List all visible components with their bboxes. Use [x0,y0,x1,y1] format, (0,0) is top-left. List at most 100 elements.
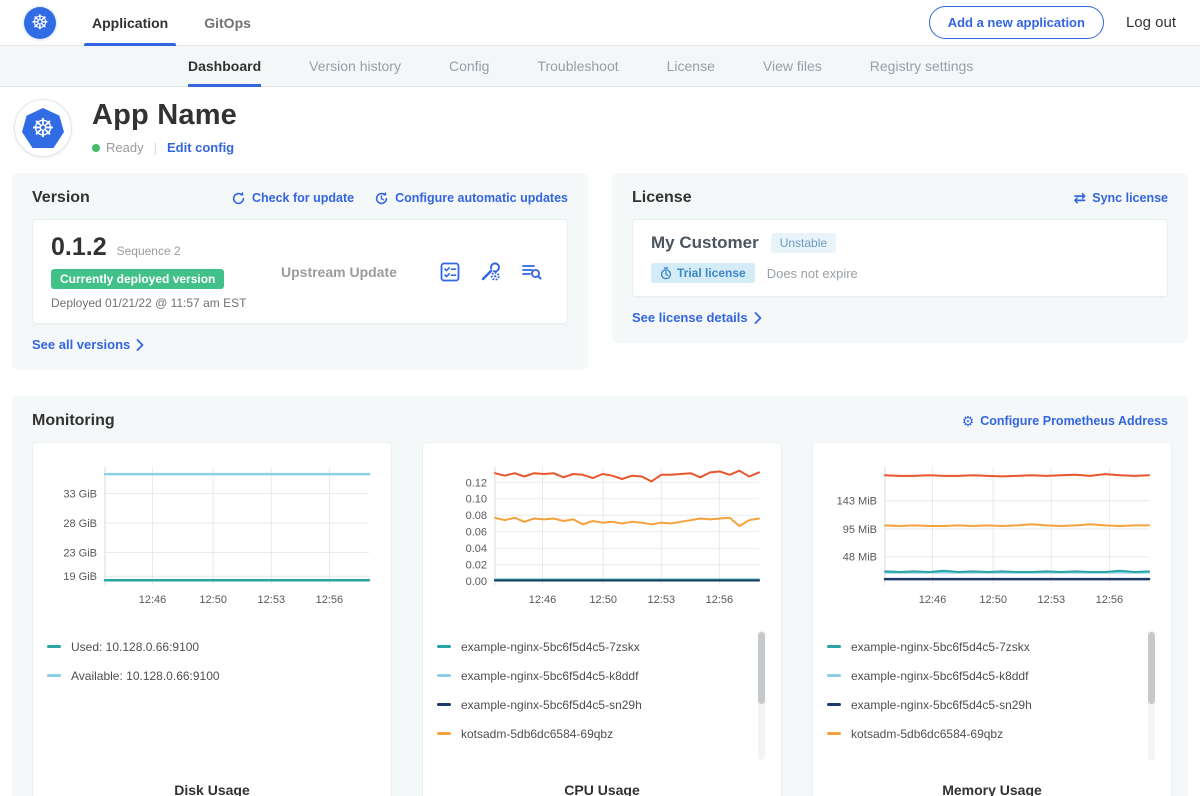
legend-color-dash [437,732,451,735]
tab-dashboard[interactable]: Dashboard [188,46,261,86]
tab-config[interactable]: Config [449,46,489,86]
memory-usage-chart-title: Memory Usage [827,776,1157,796]
tab-license[interactable]: License [667,46,715,86]
disk-usage-chart: 33 GiB28 GiB23 GiB19 GiB12:4612:5012:531… [47,457,377,616]
version-number: 0.1.2 [51,233,107,262]
svg-text:12:46: 12:46 [139,594,167,606]
kubernetes-logo-icon: ☸ [24,7,56,39]
svg-text:28 GiB: 28 GiB [63,518,97,530]
svg-text:0.06: 0.06 [466,527,487,539]
version-sequence: Sequence 2 [117,244,181,258]
svg-text:12:56: 12:56 [706,594,734,606]
preflight-checks-icon[interactable] [439,261,461,283]
legend-item: Used: 10.128.0.66:9100 [47,632,377,661]
svg-text:19 GiB: 19 GiB [63,571,97,583]
version-card: Version Check for update [12,173,588,370]
svg-text:33 GiB: 33 GiB [63,489,97,501]
legend-item: example-nginx-5bc6f5d4c5-7zskx [437,632,767,661]
channel-badge: Unstable [771,233,836,253]
legend-color-dash [437,645,451,648]
legend-scrollbar-thumb[interactable] [1148,632,1155,704]
license-card-title: License [632,189,692,207]
tab-registry-settings[interactable]: Registry settings [870,46,973,86]
dashboard-content: Version Check for update [0,171,1200,796]
svg-text:0.02: 0.02 [466,560,487,572]
svg-text:48 MiB: 48 MiB [843,552,877,564]
legend-item: example-nginx-5bc6f5d4c5-sn29h [437,690,767,719]
configure-automatic-updates-button[interactable]: Configure automatic updates [374,191,568,206]
app-header: ☸ App Name Ready | Edit config [0,87,1200,171]
top-nav: ☸ Application GitOps Add a new applicati… [0,0,1200,46]
edit-config-link[interactable]: Edit config [167,140,234,155]
configure-prometheus-button[interactable]: ⚙ Configure Prometheus Address [962,414,1168,428]
kubernetes-app-icon: ☸ [22,108,64,148]
legend-color-dash [47,645,61,648]
svg-text:0.08: 0.08 [466,510,487,522]
config-wrench-icon[interactable] [479,260,502,283]
chevron-right-icon [136,339,144,351]
tab-view-files[interactable]: View files [763,46,822,86]
sync-arrows-icon: ⇄ [1074,191,1087,206]
app-sub-nav: Dashboard Version history Config Trouble… [0,46,1200,87]
legend-scrollbar-thumb[interactable] [758,632,765,704]
cpu-usage-chart-title: CPU Usage [437,776,767,796]
svg-text:12:53: 12:53 [1038,594,1066,606]
legend-color-dash [437,674,451,677]
legend-color-dash [827,703,841,706]
svg-text:12:56: 12:56 [1096,594,1124,606]
deployed-timestamp: Deployed 01/21/22 @ 11:57 am EST [51,296,281,310]
refresh-icon [231,191,246,206]
schedule-update-icon [374,191,389,206]
legend-color-dash [47,674,61,677]
sync-license-button[interactable]: ⇄ Sync license [1074,191,1168,206]
legend-item: example-nginx-5bc6f5d4c5-sn29h [827,690,1157,719]
svg-text:12:50: 12:50 [979,594,1007,606]
legend-color-dash [827,674,841,677]
app-avatar: ☸ [14,99,72,157]
cpu-usage-chart: 0.120.100.080.060.040.020.0012:4612:5012… [437,457,767,616]
legend-item: example-nginx-5bc6f5d4c5-k8ddf [437,661,767,690]
memory-usage-chart: 143 MiB95 MiB48 MiB12:4612:5012:5312:56 [827,457,1157,616]
disk-usage-chart-card: 33 GiB28 GiB23 GiB19 GiB12:4612:5012:531… [32,442,392,796]
monitoring-title: Monitoring [32,412,115,430]
see-all-versions-link[interactable]: See all versions [32,337,144,352]
top-tab-gitops[interactable]: GitOps [202,0,253,45]
trial-license-badge: Trial license [651,263,755,283]
monitoring-card: Monitoring ⚙ Configure Prometheus Addres… [12,396,1188,796]
svg-text:23 GiB: 23 GiB [63,548,97,560]
see-license-details-link[interactable]: See license details [632,310,762,325]
customer-name: My Customer [651,233,759,253]
tab-troubleshoot[interactable]: Troubleshoot [537,46,618,86]
tab-version-history[interactable]: Version history [309,46,401,86]
legend-item: example-nginx-5bc6f5d4c5-7zskx [827,632,1157,661]
legend-scrollbar[interactable] [758,630,765,760]
top-tab-application[interactable]: Application [90,0,170,45]
logout-button[interactable]: Log out [1126,14,1176,31]
legend-color-dash [827,732,841,735]
disk-usage-chart-title: Disk Usage [47,776,377,796]
app-name-title: App Name [92,99,237,132]
chevron-right-icon [754,312,762,324]
add-application-button[interactable]: Add a new application [929,6,1104,39]
memory-usage-legend: example-nginx-5bc6f5d4c5-7zskxexample-ng… [827,628,1157,776]
svg-text:12:53: 12:53 [648,594,676,606]
stopwatch-icon [660,267,672,280]
status-divider: | [154,140,157,155]
legend-scrollbar[interactable] [1148,630,1155,760]
brand-logo[interactable]: ☸ [24,0,56,45]
svg-text:12:46: 12:46 [529,594,557,606]
legend-item: kotsadm-5db6dc6584-69qbz [827,719,1157,748]
check-for-update-button[interactable]: Check for update [231,191,354,206]
cpu-usage-chart-card: 0.120.100.080.060.040.020.0012:4612:5012… [422,442,782,796]
current-version-panel: 0.1.2 Sequence 2 Currently deployed vers… [32,219,568,324]
svg-text:12:50: 12:50 [199,594,227,606]
legend-item: Available: 10.128.0.66:9100 [47,661,377,690]
legend-item: example-nginx-5bc6f5d4c5-k8ddf [827,661,1157,690]
deploy-logs-icon[interactable] [520,260,543,283]
svg-text:0.10: 0.10 [466,494,487,506]
top-nav-spacer [285,0,929,45]
svg-text:12:56: 12:56 [316,594,344,606]
version-card-title: Version [32,189,90,207]
license-expiry-text: Does not expire [767,266,858,281]
svg-text:143 MiB: 143 MiB [837,496,877,508]
